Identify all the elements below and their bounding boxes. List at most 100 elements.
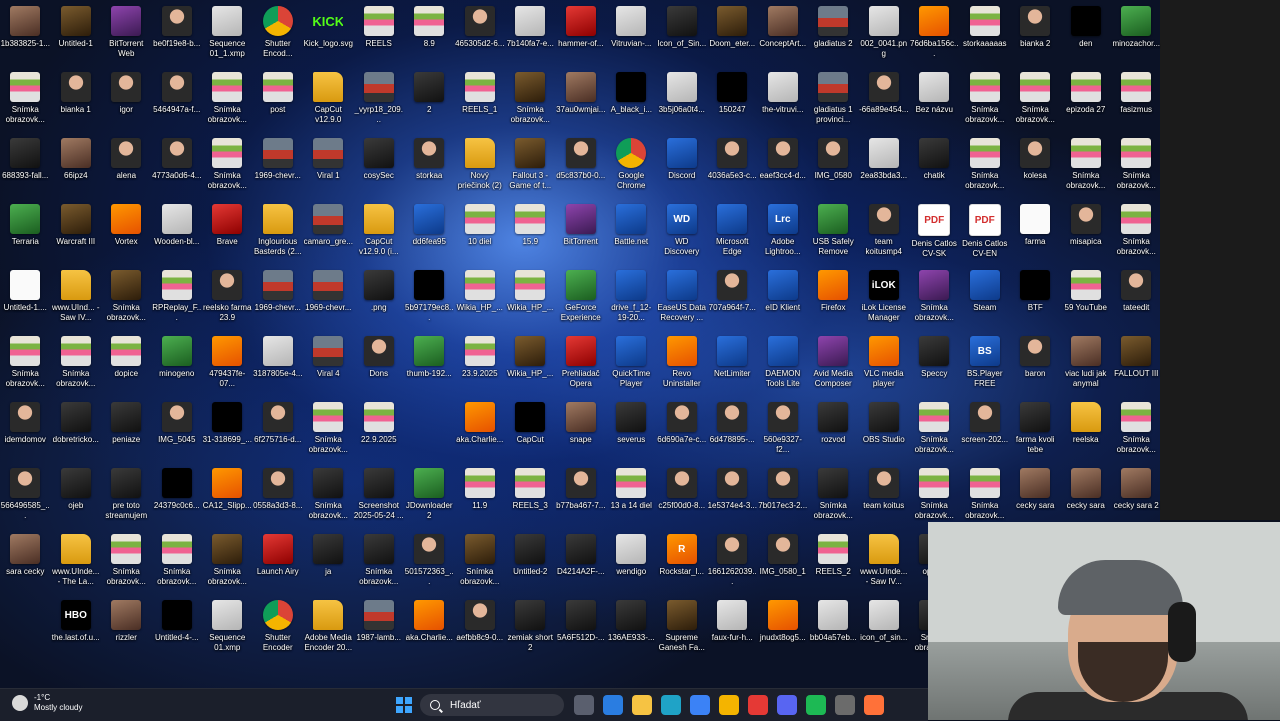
- desktop-icon[interactable]: 1e5374e4-3...: [707, 466, 758, 532]
- desktop-icon[interactable]: Steam: [960, 268, 1011, 334]
- desktop-icon[interactable]: Snímka obrazovk...: [303, 400, 354, 466]
- desktop-icon[interactable]: CapCut v12.9.0 (i...: [354, 202, 405, 268]
- desktop-icon[interactable]: jnudxt8og5...: [758, 598, 809, 664]
- desktop-icon[interactable]: 7b140fa7-e...: [505, 4, 556, 70]
- chrome-icon[interactable]: [719, 695, 739, 715]
- desktop-icon[interactable]: JDownloader 2: [404, 466, 455, 532]
- desktop-icon[interactable]: storkaa: [404, 136, 455, 202]
- search-box[interactable]: Hľadať: [420, 694, 564, 716]
- photos-icon[interactable]: [690, 695, 710, 715]
- desktop-icon[interactable]: 31-318699_...: [202, 400, 253, 466]
- desktop-icon[interactable]: tateedit: [1111, 268, 1162, 334]
- desktop-icon[interactable]: D4214A2F-...: [556, 532, 607, 598]
- desktop-icon[interactable]: 6d690a7e-c...: [657, 400, 708, 466]
- desktop-icon[interactable]: Dons: [354, 334, 405, 400]
- desktop-icon[interactable]: 13 a 14 diel: [606, 466, 657, 532]
- desktop-icon[interactable]: RPReplay_F...: [152, 268, 203, 334]
- desktop-icon[interactable]: aka.Charlie...: [455, 400, 506, 466]
- desktop-icon[interactable]: misapica: [1061, 202, 1112, 268]
- desktop-icon[interactable]: aka.Charlie...: [404, 598, 455, 664]
- desktop-icon[interactable]: zemiak short 2: [505, 598, 556, 664]
- desktop-icon[interactable]: www.UInd... - Saw IV...: [51, 268, 102, 334]
- desktop-icon[interactable]: 560e9327-f2...: [758, 400, 809, 466]
- desktop-icon[interactable]: d5c837b0-0...: [556, 136, 607, 202]
- desktop-icon[interactable]: bb04a57eb...: [808, 598, 859, 664]
- desktop-icon[interactable]: the-vitruvi...: [758, 70, 809, 136]
- desktop-icon[interactable]: Snímka obrazovk...: [909, 400, 960, 466]
- desktop-icon[interactable]: 5b97179ec8...: [404, 268, 455, 334]
- desktop-icon[interactable]: 10 diel: [455, 202, 506, 268]
- desktop-icon[interactable]: dopice: [101, 334, 152, 400]
- desktop-icon[interactable]: Nový priečinok (2): [455, 136, 506, 202]
- desktop-icon[interactable]: Snímka obrazovk...: [101, 268, 152, 334]
- store-icon[interactable]: [603, 695, 623, 715]
- desktop-icon[interactable]: be0f19e8-b...: [152, 4, 203, 70]
- desktop-icon[interactable]: hammer-of...: [556, 4, 607, 70]
- desktop-icon[interactable]: storkaaaaas: [960, 4, 1011, 70]
- desktop-icon[interactable]: Snímka obrazovk...: [354, 532, 405, 598]
- desktop-icon[interactable]: minogeno: [152, 334, 203, 400]
- desktop-icon[interactable]: Adobe Media Encoder 20...: [303, 598, 354, 664]
- desktop-icon[interactable]: rizzler: [101, 598, 152, 664]
- desktop-icon[interactable]: Lrc Adobe Lightroo...: [758, 202, 809, 268]
- desktop-icon[interactable]: Snímka obrazovk...: [1111, 202, 1162, 268]
- obs-icon[interactable]: [835, 695, 855, 715]
- desktop-icon[interactable]: screen-202...: [960, 400, 1011, 466]
- desktop-icon[interactable]: Screenshot 2025-05-24 ...: [354, 466, 405, 532]
- desktop-icon[interactable]: EaseUS Data Recovery ...: [657, 268, 708, 334]
- desktop-icon[interactable]: 566496585_...: [0, 466, 51, 532]
- desktop-icon[interactable]: bianka 2: [1010, 4, 1061, 70]
- desktop-icon[interactable]: KICK Kick_logo.svg: [303, 4, 354, 70]
- desktop-icon[interactable]: idemdomov: [0, 400, 51, 466]
- desktop-icon[interactable]: REELS: [354, 4, 405, 70]
- desktop-icon[interactable]: Snímka obrazovk...: [1111, 136, 1162, 202]
- desktop-icon[interactable]: gladiatus 1 provinci...: [808, 70, 859, 136]
- desktop-icon[interactable]: REELS_2: [808, 532, 859, 598]
- desktop-icon[interactable]: Snímka obrazovk...: [1111, 400, 1162, 466]
- desktop-icon[interactable]: Fallout 3 - Game of t...: [505, 136, 556, 202]
- desktop-icon[interactable]: Snímka obrazovk...: [808, 466, 859, 532]
- desktop-icon[interactable]: Snímka obrazovk...: [1010, 70, 1061, 136]
- desktop-icon[interactable]: icon_of_sin...: [859, 598, 910, 664]
- desktop-icon[interactable]: c25f00d0-8...: [657, 466, 708, 532]
- desktop-icon[interactable]: den: [1061, 4, 1112, 70]
- desktop-icon[interactable]: www.UInde... - Saw IV...: [859, 532, 910, 598]
- desktop-icon[interactable]: BTF: [1010, 268, 1061, 334]
- desktop-icon[interactable]: IMG_0580: [808, 136, 859, 202]
- desktop-icon[interactable]: 5464947a-f...: [152, 70, 203, 136]
- desktop-icon[interactable]: Untitled-4-...: [152, 598, 203, 664]
- desktop-icon[interactable]: 479437fe-07...: [202, 334, 253, 400]
- desktop-icon[interactable]: ja: [303, 532, 354, 598]
- desktop-icon[interactable]: kolesa: [1010, 136, 1061, 202]
- desktop-icon[interactable]: viac ludi jak anymal: [1061, 334, 1112, 400]
- desktop-icon[interactable]: Terraria: [0, 202, 51, 268]
- desktop-icon[interactable]: Speccy: [909, 334, 960, 400]
- desktop-icon[interactable]: 1969-chevr...: [253, 136, 304, 202]
- desktop-icon[interactable]: BitTorrent Web: [101, 4, 152, 70]
- desktop-icon[interactable]: Untitled-1....: [0, 268, 51, 334]
- desktop-icon[interactable]: 22.9.2025: [354, 400, 405, 466]
- desktop-icon[interactable]: Vortex: [101, 202, 152, 268]
- desktop-icon[interactable]: igor: [101, 70, 152, 136]
- desktop-icon[interactable]: Snímka obrazovk...: [202, 532, 253, 598]
- desktop-icon[interactable]: camaro_gre...: [303, 202, 354, 268]
- desktop-icon[interactable]: team koitus: [859, 466, 910, 532]
- desktop-icon[interactable]: epizoda 27: [1061, 70, 1112, 136]
- desktop-icon[interactable]: 707a964f-7...: [707, 268, 758, 334]
- desktop-icon[interactable]: Doom_eter...: [707, 4, 758, 70]
- desktop-icon[interactable]: 15.9: [505, 202, 556, 268]
- desktop-icon[interactable]: 4036a5e3-c...: [707, 136, 758, 202]
- desktop-icon[interactable]: team koitusmp4: [859, 202, 910, 268]
- desktop-icon[interactable]: 37au0wmjai...: [556, 70, 607, 136]
- desktop-icon[interactable]: Wooden-bl...: [152, 202, 203, 268]
- desktop-icon[interactable]: Wikia_HP_...: [505, 268, 556, 334]
- desktop-icon[interactable]: 1969-chevr...: [253, 268, 304, 334]
- desktop-icon[interactable]: pre toto streamujem: [101, 466, 152, 532]
- desktop-icon[interactable]: b77ba467-7...: [556, 466, 607, 532]
- desktop-icon[interactable]: Microsoft Edge: [707, 202, 758, 268]
- desktop-icon[interactable]: Inglourious Basterds (2...: [253, 202, 304, 268]
- desktop-icon[interactable]: 002_0041.png: [859, 4, 910, 70]
- desktop-icon[interactable]: 0558a3d3-8...: [253, 466, 304, 532]
- desktop-icon[interactable]: 59 YouTube: [1061, 268, 1112, 334]
- desktop-icon[interactable]: Avid Media Composer: [808, 334, 859, 400]
